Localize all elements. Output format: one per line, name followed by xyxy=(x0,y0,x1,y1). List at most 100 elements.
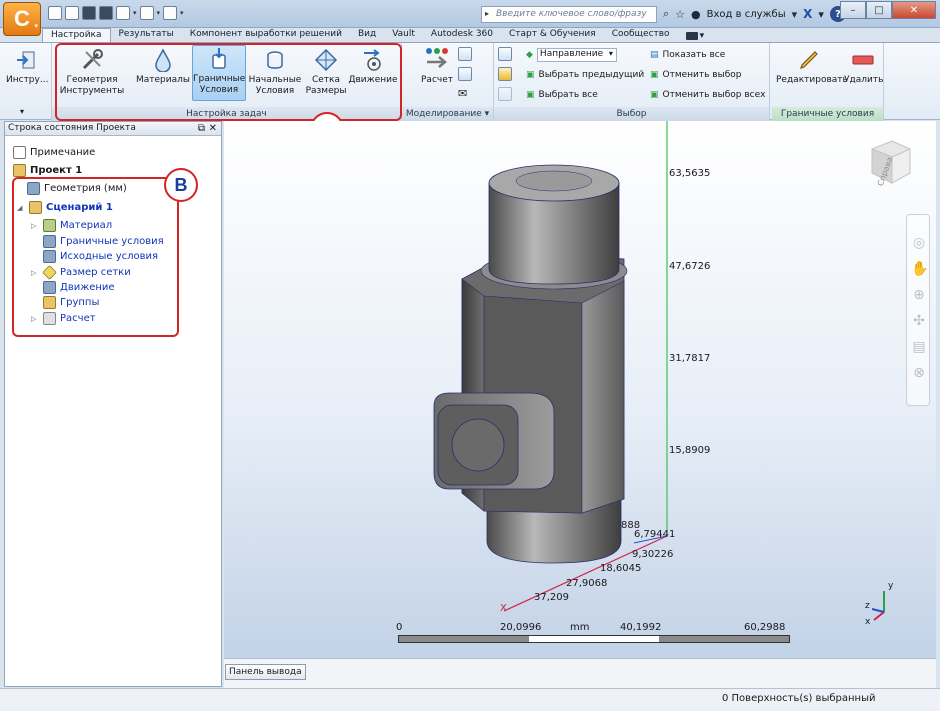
edit-label: Редактировать xyxy=(776,75,848,85)
steering-wheel-icon[interactable]: ◎ xyxy=(911,235,927,251)
email-icon[interactable]: ✉ xyxy=(458,87,467,100)
scale-label: 0 xyxy=(396,622,403,633)
qat-dropdown-icon[interactable]: ▾ xyxy=(180,6,184,20)
project-icon xyxy=(13,164,26,177)
navigation-bar: ◎ ✋ ⊕ ✣ ▤ ⊗ xyxy=(906,214,930,406)
save-icon[interactable] xyxy=(82,6,96,20)
x-axis-value: 9,30226 xyxy=(632,549,674,560)
tab-results[interactable]: Результаты xyxy=(111,28,182,42)
y-axis-value: 47,6726 xyxy=(669,261,711,272)
delete-label: Удалить xyxy=(844,75,884,85)
select-surface-icon[interactable] xyxy=(498,47,512,61)
tab-decision-center[interactable]: Компонент выработки решений xyxy=(182,28,350,42)
new-file-icon[interactable] xyxy=(48,6,62,20)
calculate-button[interactable]: Расчет xyxy=(416,47,458,86)
save-all-icon[interactable] xyxy=(99,6,113,20)
search-input[interactable]: ▸ Введите ключевое слово/фразу xyxy=(481,6,657,23)
open-folder-icon[interactable] xyxy=(65,6,79,20)
tree-label-note: Примечание xyxy=(30,147,96,158)
tools-group: Инстру... ▾ xyxy=(0,43,52,121)
app-menu-caret-icon: ▾ xyxy=(34,22,38,30)
tools-group-dropdown-icon[interactable]: ▾ xyxy=(20,107,24,116)
output-panel-tab[interactable]: Панель вывода xyxy=(225,664,306,680)
title-bar: ▾ ▾ ▾ ▸ Введите ключевое слово/фразу ⌕ ☆… xyxy=(0,0,940,28)
show-all-icon: ▤ xyxy=(650,50,659,60)
close-panel-icon[interactable]: ✕ xyxy=(209,122,217,135)
tree-item-project[interactable]: Проект 1 xyxy=(13,164,82,177)
star-icon[interactable]: ☆ xyxy=(675,8,685,21)
qat-dropdown-icon[interactable]: ▾ xyxy=(157,6,161,20)
tab-getting-started[interactable]: Старт & Обучения xyxy=(501,28,604,42)
window-icon[interactable] xyxy=(139,6,154,20)
float-panel-icon[interactable]: ⧉ xyxy=(198,122,205,135)
nav-close-icon[interactable]: ⊗ xyxy=(911,365,927,381)
tab-view[interactable]: Вид xyxy=(350,28,384,42)
tools-import-icon xyxy=(13,47,39,73)
select-previous-label: Выбрать предыдущий xyxy=(538,70,645,80)
close-icon[interactable]: ✕ xyxy=(892,1,936,19)
model-viewport[interactable]: 63,5635 47,6726 31,7817 15,8909 888 6,79… xyxy=(224,121,936,658)
direction-dropdown[interactable]: Направление xyxy=(536,48,617,62)
zoom-icon[interactable]: ⊕ xyxy=(911,287,927,303)
tab-vault[interactable]: Vault xyxy=(384,28,423,42)
direction-selector[interactable]: ◆ Направление xyxy=(526,47,617,63)
pencil-icon xyxy=(796,47,822,73)
select-volume-icon[interactable] xyxy=(498,67,512,81)
qat-dropdown-icon[interactable]: ▾ xyxy=(133,6,137,20)
x-axis-value: 37,209 xyxy=(534,592,569,603)
edit-button[interactable]: Редактировать xyxy=(776,47,848,86)
exchange-x-icon[interactable]: X xyxy=(803,7,812,21)
binoculars-icon[interactable]: ⌕ xyxy=(663,7,669,21)
search-arrow-icon[interactable]: ▸ xyxy=(485,9,489,18)
deselect-all-label: Отменить выбор всех xyxy=(662,90,766,100)
tab-community[interactable]: Сообщество xyxy=(604,28,678,42)
signin-button[interactable]: Вход в службы xyxy=(707,9,786,20)
orbit-icon[interactable]: ✣ xyxy=(911,313,927,329)
clipboard-icon[interactable] xyxy=(116,6,130,20)
ribbon-toggle-icon xyxy=(685,31,698,40)
tab-autodesk-360[interactable]: Autodesk 360 xyxy=(423,28,501,42)
select-all-button[interactable]: ▣ Выбрать все xyxy=(526,87,598,103)
scale-bar xyxy=(398,635,790,643)
triad-x xyxy=(873,611,885,621)
scale-label: 20,0996 xyxy=(500,622,542,633)
x-axis-value: 6,79441 xyxy=(634,529,676,540)
deselect-icon: ▣ xyxy=(650,70,659,80)
triad-z-label: z xyxy=(865,601,870,611)
customize-icon[interactable] xyxy=(163,6,178,20)
status-text: 0 Поверхность(s) выбранный xyxy=(722,693,876,704)
deselect-all-icon: ▣ xyxy=(650,90,659,100)
direction-icon: ◆ xyxy=(526,50,533,60)
delete-button[interactable]: Удалить xyxy=(844,47,884,86)
deselect-all-button[interactable]: ▣ Отменить выбор всех xyxy=(650,87,765,103)
minimize-icon[interactable]: – xyxy=(840,1,866,19)
ribbon-options-dropdown[interactable]: ▾ xyxy=(678,28,713,42)
report-list-icon[interactable] xyxy=(458,47,472,61)
tab-setup[interactable]: Настройка xyxy=(42,28,111,43)
modeling-group-label[interactable]: Моделирование ▾ xyxy=(402,107,493,121)
x-axis-value: 18,6045 xyxy=(600,563,642,574)
exchange-dropdown-icon[interactable]: ▾ xyxy=(818,8,824,21)
application-menu-button[interactable]: C ▾ xyxy=(3,2,41,36)
viewcube[interactable]: Справа xyxy=(866,137,916,187)
selection-group: ◆ Направление ▣ Выбрать предыдущий ▣ Выб… xyxy=(494,43,770,121)
output-panel-strip: Панель вывода xyxy=(224,658,936,688)
tools-button[interactable]: Инстру... xyxy=(6,47,48,86)
deselect-label: Отменить выбор xyxy=(662,70,742,80)
deselect-button[interactable]: ▣ Отменить выбор xyxy=(650,67,742,83)
select-edge-icon[interactable] xyxy=(498,87,512,101)
y-axis-value: 15,8909 xyxy=(669,445,711,456)
select-previous-icon: ▣ xyxy=(526,70,535,80)
pan-hand-icon[interactable]: ✋ xyxy=(911,261,928,277)
show-all-button[interactable]: ▤ Показать все xyxy=(650,47,725,63)
signin-dropdown-icon[interactable]: ▾ xyxy=(792,8,798,21)
status-bar: 0 Поверхность(s) выбранный xyxy=(0,688,940,711)
triad-y-label: y xyxy=(888,581,894,591)
x-axis-value: 27,9068 xyxy=(566,578,608,589)
look-at-icon[interactable]: ▤ xyxy=(911,339,927,355)
tree-item-note[interactable]: Примечание xyxy=(13,146,95,159)
output-icon[interactable] xyxy=(458,67,472,81)
maximize-icon[interactable]: □ xyxy=(866,1,892,19)
select-previous-button[interactable]: ▣ Выбрать предыдущий xyxy=(526,67,644,83)
window-controls: – □ ✕ xyxy=(840,1,936,19)
